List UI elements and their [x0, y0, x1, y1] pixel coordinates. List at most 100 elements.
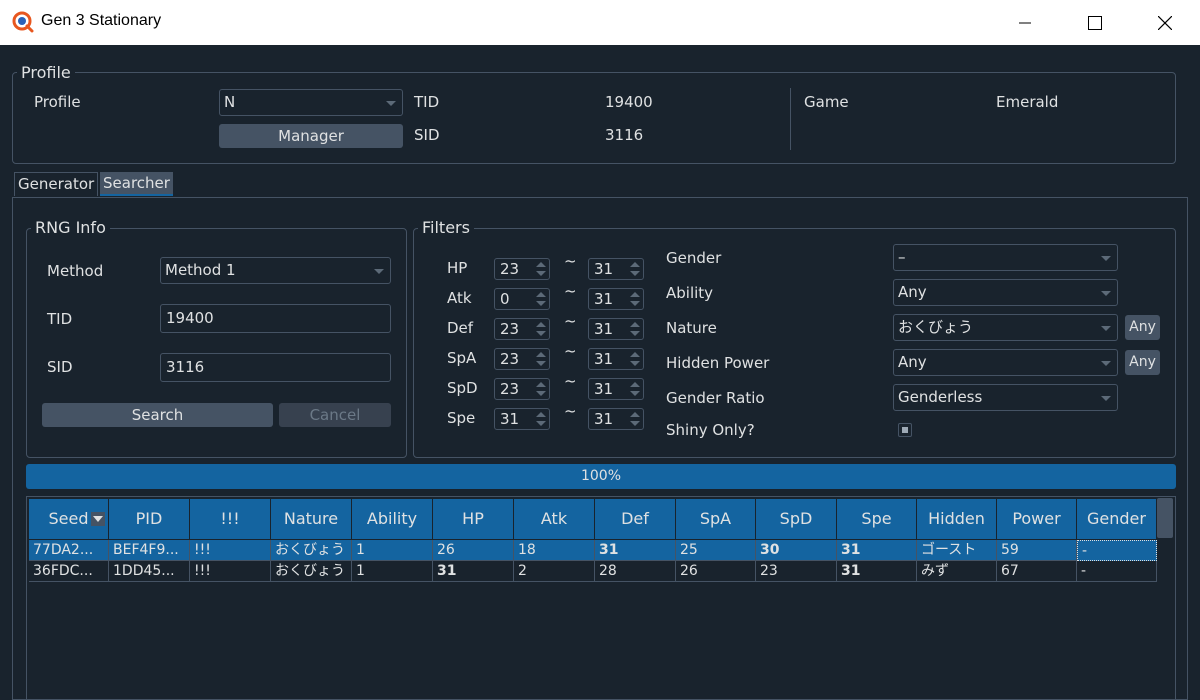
tab-generator[interactable]: Generator	[14, 172, 99, 196]
iv-hp-min-spinbox[interactable]: 23	[494, 258, 550, 280]
table-row[interactable]: 77DA2... BEF4F9...!!! おくびょう 1 26 18 31 25 30 31 ゴー…	[29, 540, 1157, 561]
spinbox-value: 31	[594, 410, 614, 428]
spinbox-value: 23	[500, 350, 520, 368]
column-header-pid[interactable]: PID	[109, 499, 190, 539]
spin-arrows-icon[interactable]	[628, 290, 642, 308]
chevron-down-icon	[1101, 256, 1111, 261]
results-table[interactable]: Seed PID!!! Nature Ability HP Atk Def SpA SpD Spe…	[26, 496, 1176, 700]
rng-tid-label: TID	[47, 310, 73, 328]
spinbox-value: 0	[500, 290, 510, 308]
spin-arrows-icon[interactable]	[534, 380, 548, 398]
iv-spa-min-spinbox[interactable]: 23	[494, 348, 550, 370]
profile-sid-value: 3116	[605, 126, 644, 144]
method-select[interactable]: Method 1	[160, 257, 391, 284]
spin-arrows-icon[interactable]	[534, 320, 548, 338]
chevron-down-icon	[386, 101, 396, 106]
checkbox-check-icon	[902, 427, 908, 433]
hidden-power-any-button[interactable]: Any	[1125, 350, 1160, 375]
iv-spa-max-spinbox[interactable]: 31	[588, 348, 644, 370]
column-header-seed[interactable]: Seed	[29, 499, 109, 539]
table-cell: BEF4F9...	[109, 540, 190, 561]
column-header-hp[interactable]: HP	[433, 499, 514, 539]
table-cell: -	[1077, 561, 1157, 582]
close-button[interactable]	[1130, 0, 1200, 45]
sid-input[interactable]: 3116	[160, 353, 391, 382]
spin-arrows-icon[interactable]	[534, 410, 548, 428]
spin-arrows-icon[interactable]	[628, 350, 642, 368]
spinbox-value: 23	[500, 380, 520, 398]
hidden-power-select-value: Any	[898, 353, 927, 371]
chevron-down-icon	[374, 269, 384, 274]
column-header-spa[interactable]: SpA	[676, 499, 756, 539]
column-header-spd[interactable]: SpD	[756, 499, 837, 539]
profile-label: Profile	[34, 93, 81, 111]
profile-sid-label: SID	[414, 126, 440, 144]
table-cell: -	[1077, 540, 1157, 561]
column-header-atk[interactable]: Atk	[514, 499, 595, 539]
spin-arrows-icon[interactable]	[534, 350, 548, 368]
sort-indicator-icon	[91, 512, 105, 526]
iv-atk-max-spinbox[interactable]: 31	[588, 288, 644, 310]
table-cell: 31	[837, 561, 917, 582]
maximize-button[interactable]	[1060, 0, 1130, 45]
ability-select[interactable]: Any	[893, 279, 1118, 306]
iv-spd-min-spinbox[interactable]: 23	[494, 378, 550, 400]
app-logo-icon	[12, 11, 34, 33]
table-cell: 31	[837, 540, 917, 561]
table-cell: 36FDC...	[29, 561, 109, 582]
column-header-nature[interactable]: Nature	[271, 499, 352, 539]
spinbox-value: 31	[500, 410, 520, 428]
manager-button[interactable]: Manager	[219, 124, 403, 148]
column-header-label: Gender	[1087, 509, 1146, 528]
shiny-only-checkbox[interactable]	[898, 423, 912, 437]
chevron-down-icon	[1101, 291, 1111, 296]
tab-searcher[interactable]: Searcher	[100, 172, 173, 196]
search-button[interactable]: Search	[42, 403, 273, 427]
spin-arrows-icon[interactable]	[628, 260, 642, 278]
tid-input[interactable]: 19400	[160, 304, 391, 333]
column-header-def[interactable]: Def	[595, 499, 676, 539]
column-header-spe[interactable]: Spe	[837, 499, 917, 539]
column-header-label: PID	[135, 509, 163, 528]
iv-label-atk: Atk	[447, 289, 472, 307]
iv-spd-max-spinbox[interactable]: 31	[588, 378, 644, 400]
column-header-[interactable]: !!!	[190, 499, 271, 539]
shiny-only-label: Shiny Only?	[666, 421, 755, 439]
table-row[interactable]: 36FDC... 1DD45...!!! おくびょう 1 31 2 28 26 23 31 みず 67…	[29, 561, 1157, 582]
iv-atk-min-spinbox[interactable]: 0	[494, 288, 550, 310]
spin-arrows-icon[interactable]	[534, 290, 548, 308]
table-cell: 77DA2...	[29, 540, 109, 561]
gender-select[interactable]: –	[893, 244, 1118, 271]
column-header-hidden[interactable]: Hidden	[917, 499, 997, 539]
column-header-label: Ability	[366, 509, 418, 528]
column-header-ability[interactable]: Ability	[352, 499, 433, 539]
profile-select[interactable]: N	[219, 89, 403, 116]
gender-ratio-label: Gender Ratio	[666, 389, 765, 407]
table-cell: 31	[433, 561, 514, 582]
table-cell: 1	[352, 540, 433, 561]
iv-hp-max-spinbox[interactable]: 31	[588, 258, 644, 280]
column-header-label: Power	[1012, 509, 1061, 528]
hidden-power-select[interactable]: Any	[893, 349, 1118, 376]
iv-spe-max-spinbox[interactable]: 31	[588, 408, 644, 430]
range-tilde: ~	[564, 282, 577, 300]
spin-arrows-icon[interactable]	[628, 320, 642, 338]
table-scrollbar[interactable]	[1157, 498, 1173, 538]
cancel-button[interactable]: Cancel	[279, 403, 391, 427]
column-header-label: !!!	[220, 509, 240, 528]
profile-panel	[12, 72, 1176, 164]
iv-def-min-spinbox[interactable]: 23	[494, 318, 550, 340]
minimize-button[interactable]	[990, 0, 1060, 45]
nature-label: Nature	[666, 319, 717, 337]
iv-def-max-spinbox[interactable]: 31	[588, 318, 644, 340]
spin-arrows-icon[interactable]	[628, 380, 642, 398]
iv-spe-min-spinbox[interactable]: 31	[494, 408, 550, 430]
column-header-power[interactable]: Power	[997, 499, 1077, 539]
nature-select[interactable]: おくびょう	[893, 314, 1118, 341]
iv-label-hp: HP	[447, 259, 468, 277]
column-header-gender[interactable]: Gender	[1077, 499, 1157, 539]
gender-ratio-select[interactable]: Genderless	[893, 384, 1118, 411]
nature-any-button[interactable]: Any	[1125, 315, 1160, 340]
spin-arrows-icon[interactable]	[628, 410, 642, 428]
spin-arrows-icon[interactable]	[534, 260, 548, 278]
